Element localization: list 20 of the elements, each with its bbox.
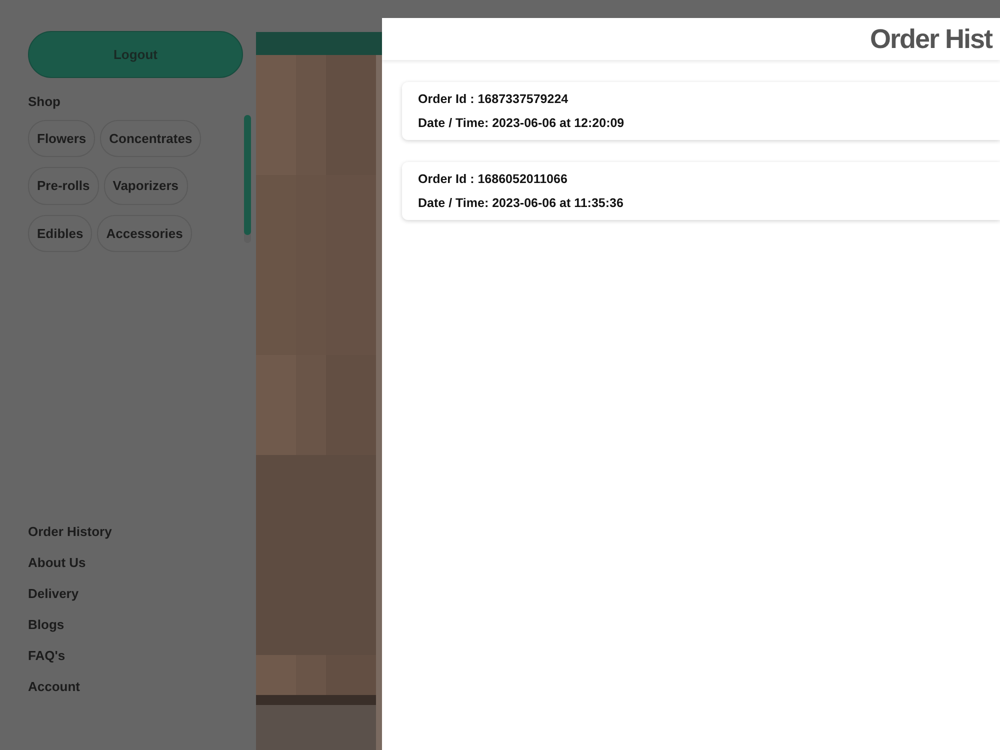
nav-link[interactable]: About Us [28,555,86,570]
order-date-text: Date / Time: 2023-06-06 at 11:35:36 [418,195,624,212]
order-id-text: Order Id : 1686052011066 [418,171,568,188]
category-chip[interactable]: Pre-rolls [28,167,99,204]
category-chip[interactable]: Accessories [97,214,192,252]
nav-link[interactable]: Blogs [28,617,64,632]
shop-heading: Shop [28,93,62,111]
category-chip[interactable]: Flowers [28,120,96,157]
order-card[interactable]: Order Id : 1687337579224 Date / Time: 2023-06-06 at 12:20:09 [402,82,1000,140]
nav-link[interactable]: Delivery [28,586,79,601]
order-date-text: Date / Time: 2023-06-06 at 12:20:09 [418,115,626,132]
order-id-text: Order Id : 1687337579224 [418,91,570,108]
category-chip[interactable]: Edibles [28,214,92,252]
category-chip[interactable]: Concentrates [100,120,202,157]
category-chip[interactable]: Vaporizers [104,167,188,204]
nav-link[interactable]: FAQ's [28,648,66,663]
nav-link[interactable]: Order History [28,524,112,539]
modal-title: Order Hist [870,22,992,56]
order-card[interactable]: Order Id : 1686052011066 Date / Time: 2023-06-06 at 11:35:36 [402,162,1000,220]
nav-link[interactable]: Account [28,679,80,694]
